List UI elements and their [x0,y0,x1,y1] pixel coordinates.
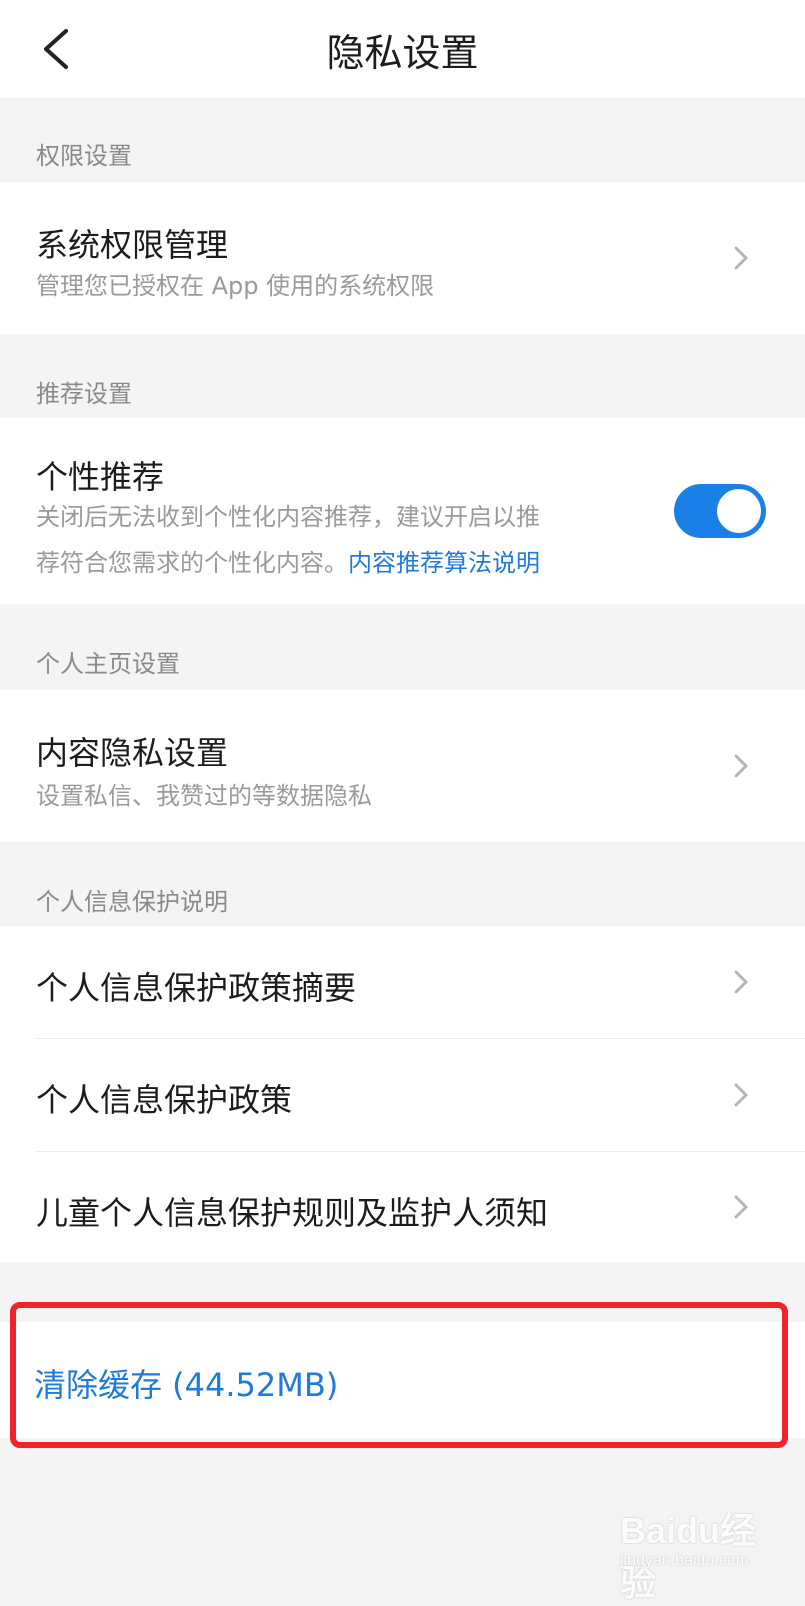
clear-cache-button[interactable]: 清除缓存 (44.52MB) [34,1360,338,1406]
chevron-right-icon [734,970,748,994]
section-header-permissions: 权限设置 [36,142,132,170]
card-permissions: 系统权限管理 管理您已授权在 App 使用的系统权限 [0,182,805,334]
system-permissions-row[interactable]: 系统权限管理 管理您已授权在 App 使用的系统权限 [0,182,805,334]
algorithm-explanation-link[interactable]: 内容推荐算法说明 [348,549,540,577]
baidu-watermark: Baidu经验 jingyan.baidu.com [620,1502,780,1603]
card-recommend: 个性推荐 关闭后无法收到个性化内容推荐，建议开启以推 荐符合您需求的个性化内容。… [0,418,805,604]
section-header-info-protection: 个人信息保护说明 [36,888,228,916]
row-subtitle: 管理您已授权在 App 使用的系统权限 [36,272,435,300]
page-title: 隐私设置 [326,30,479,75]
personalized-recommend-title: 个性推荐 [36,458,165,496]
chevron-right-icon [734,1083,748,1107]
row-subtitle: 设置私信、我赞过的等数据隐私 [36,782,372,810]
row-title: 个人信息保护政策摘要 [36,969,357,1007]
row-title: 个人信息保护政策 [36,1081,293,1119]
toggle-knob [717,489,761,533]
back-button[interactable] [30,22,80,76]
card-info-protection: 个人信息保护政策摘要 个人信息保护政策 儿童个人信息保护规则及监护人须知 [0,926,805,1262]
policy-summary-row[interactable]: 个人信息保护政策摘要 [0,926,805,1038]
card-profile: 内容隐私设置 设置私信、我赞过的等数据隐私 [0,690,805,842]
desc-line-2: 荐符合您需求的个性化内容。 [36,549,348,577]
watermark-sub: jingyan.baidu.com [620,1552,749,1569]
chevron-left-icon [44,29,68,69]
chevron-right-icon [734,1195,748,1219]
desc-line-1: 关闭后无法收到个性化内容推荐，建议开启以推 [36,503,540,531]
privacy-policy-row[interactable]: 个人信息保护政策 [0,1039,805,1151]
chevron-right-icon [734,754,748,778]
nav-bar: 隐私设置 [0,0,805,98]
content-privacy-row[interactable]: 内容隐私设置 设置私信、我赞过的等数据隐私 [0,690,805,842]
section-header-profile: 个人主页设置 [36,650,180,678]
row-title: 系统权限管理 [36,226,229,264]
row-title: 儿童个人信息保护规则及监护人须知 [36,1194,549,1232]
row-title: 内容隐私设置 [36,734,229,772]
children-policy-row[interactable]: 儿童个人信息保护规则及监护人须知 [0,1152,805,1262]
personalized-recommend-desc: 关闭后无法收到个性化内容推荐，建议开启以推 荐符合您需求的个性化内容。内容推荐算… [36,494,646,586]
chevron-right-icon [734,246,748,270]
clear-cache-card: 清除缓存 (44.52MB) [0,1322,805,1438]
section-header-recommend: 推荐设置 [36,380,132,408]
personalized-recommend-toggle[interactable] [674,484,766,538]
